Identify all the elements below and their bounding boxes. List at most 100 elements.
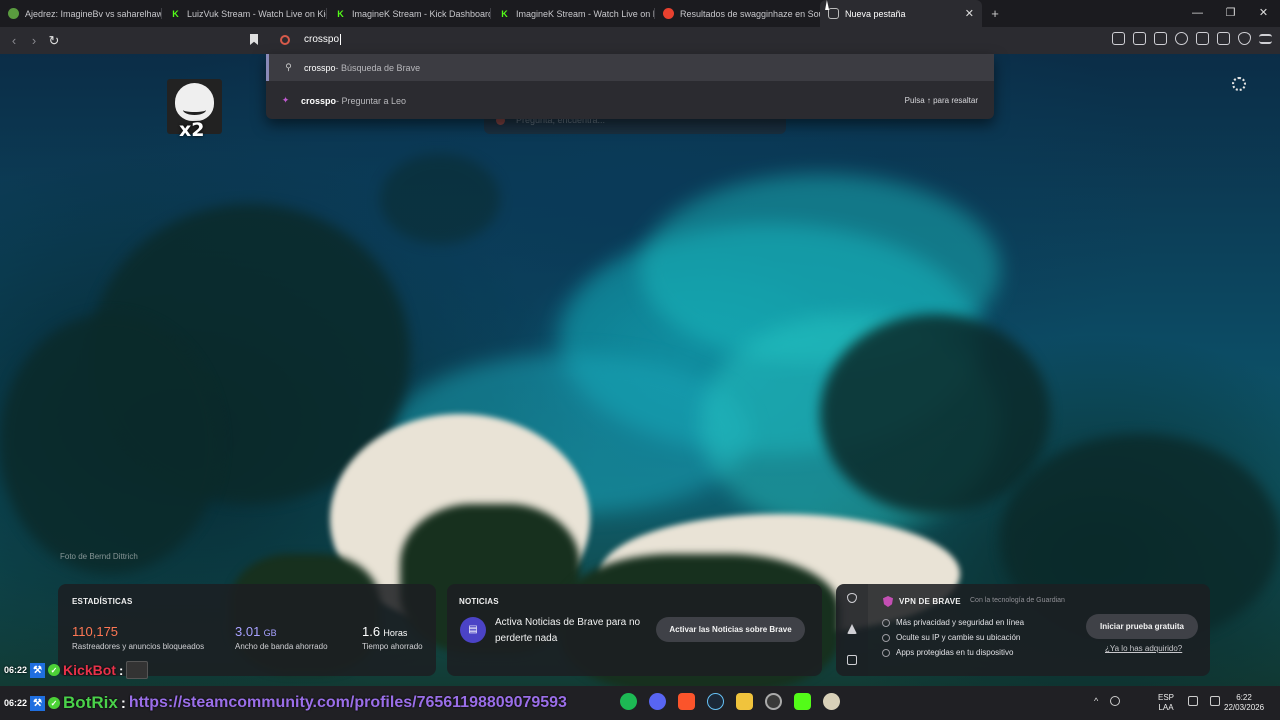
- vpn-features: Más privacidad y seguridad en línea Ocul…: [882, 615, 1024, 660]
- suggestion-suffix: - Búsqueda de Brave: [335, 62, 421, 73]
- suggestion-hint: Pulsa ↑ para resaltar: [904, 96, 978, 105]
- menu-icon[interactable]: [1259, 34, 1272, 44]
- photo-credit[interactable]: Foto de Bernd Dittrich: [60, 552, 138, 561]
- check-icon: [882, 648, 890, 657]
- language-layout: LAA: [1158, 703, 1174, 712]
- tab-imaginek-stream[interactable]: K ImagineK Stream - Watch Live on Kick: [491, 0, 655, 27]
- tab-soundcloud[interactable]: Resultados de swagginhaze en Sound: [655, 0, 820, 27]
- stat-bandwidth: 3.01 GB Ancho de banda ahorrado: [235, 624, 328, 651]
- vpn-icon[interactable]: [1238, 32, 1251, 45]
- enable-news-button[interactable]: Activar las Noticias sobre Brave: [656, 617, 805, 642]
- address-input[interactable]: crosspo: [304, 34, 342, 46]
- tab-chess[interactable]: Ajedrez: ImagineBv vs saharelhawary: [0, 0, 162, 27]
- brave-search-icon: [280, 35, 290, 45]
- wallet-icon[interactable]: [1217, 32, 1230, 45]
- back-icon[interactable]: ‹: [5, 32, 23, 50]
- obs-icon[interactable]: [765, 693, 782, 710]
- tab-new-tab[interactable]: Nueva pestaña ✕: [820, 0, 982, 27]
- shields-icon[interactable]: [1112, 32, 1125, 45]
- chat-time: 06:22: [4, 698, 28, 708]
- moderator-badge-icon: ⚒: [30, 695, 46, 711]
- tab-title: Resultados de swagginhaze en Sound: [680, 8, 820, 19]
- screenshot-icon[interactable]: [1154, 32, 1167, 45]
- close-window-icon[interactable]: ✕: [1247, 0, 1280, 27]
- leo-icon[interactable]: [1175, 32, 1188, 45]
- chat-message: 06:22 ⚒ ✓ BotRix : https://steamcommunit…: [4, 691, 567, 715]
- address-value: crosspo: [304, 34, 340, 46]
- system-tray-status: [1188, 696, 1220, 706]
- reload-icon[interactable]: ↻: [45, 32, 63, 50]
- maximize-icon[interactable]: ❐: [1214, 0, 1247, 27]
- stat-blocked: 110,175 Rastreadores y anuncios bloquead…: [72, 624, 204, 651]
- cards-tab-icon[interactable]: [847, 655, 857, 665]
- stats-title: ESTADÍSTICAS: [72, 597, 133, 606]
- tab-kick-dashboard[interactable]: K ImagineK Stream - Kick Dashboard: [327, 0, 491, 27]
- already-purchased-link[interactable]: ¿Ya lo has adquirido?: [1105, 644, 1182, 653]
- sidebar-icon[interactable]: [1196, 32, 1209, 45]
- widget-switcher: [836, 584, 868, 676]
- kick-icon: K: [501, 8, 508, 19]
- soundcloud-icon: [663, 8, 674, 19]
- suggestion-search[interactable]: ⚲ crosspo - Búsqueda de Brave: [266, 54, 994, 81]
- file-explorer-icon[interactable]: [736, 693, 753, 710]
- meme-caption: x2: [179, 119, 205, 141]
- news-text: Activa Noticias de Brave para no perdert…: [495, 617, 641, 644]
- close-tab-icon[interactable]: ✕: [965, 7, 974, 20]
- chat-separator: :: [120, 694, 126, 712]
- stat-bandwidth-value: 3.01: [235, 624, 261, 639]
- vpn-powered-by: Con la tecnología de Guardian: [970, 597, 1065, 604]
- suggestion-leo[interactable]: ✦ crosspo - Preguntar a Leo Pulsa ↑ para…: [266, 87, 994, 114]
- minimize-icon[interactable]: —: [1181, 0, 1214, 27]
- chevron-up-icon[interactable]: ^: [1094, 696, 1098, 706]
- tab-title: ImagineK Stream - Kick Dashboard: [352, 8, 491, 19]
- suggestion-query: crosspo: [304, 62, 336, 73]
- microphone-icon[interactable]: [1110, 696, 1121, 706]
- suggestion-query: crosspo: [301, 95, 337, 106]
- stat-time-unit: Horas: [383, 628, 408, 638]
- tab-strip: Ajedrez: ImagineBv vs saharelhawary K Lu…: [0, 0, 1280, 27]
- rewards-tab-icon[interactable]: [847, 624, 857, 634]
- chess-icon: [8, 8, 19, 19]
- kick-icon[interactable]: [794, 693, 811, 710]
- discord-icon[interactable]: [649, 693, 666, 710]
- clock[interactable]: 6:22 22/03/2026: [1224, 693, 1264, 713]
- gear-icon[interactable]: [1232, 77, 1246, 91]
- suggestion-suffix: - Preguntar a Leo: [336, 95, 407, 106]
- app-icon[interactable]: [823, 693, 840, 710]
- chat-username: KickBot: [63, 662, 116, 678]
- steam-icon[interactable]: [707, 693, 724, 710]
- kick-icon: K: [172, 8, 179, 19]
- chat-message: 06:22 ⚒ ✓ KickBot :: [4, 660, 149, 680]
- omnibox-suggestions: ⚲ crosspo - Búsqueda de Brave ✦ crosspo …: [266, 54, 994, 119]
- vpn-feature-text: Apps protegidas en tu dispositivo: [896, 648, 1014, 657]
- text-caret: [340, 34, 342, 45]
- forward-icon[interactable]: ›: [25, 32, 43, 50]
- vpn-tab-icon[interactable]: [847, 593, 857, 603]
- clock-date: 22/03/2026: [1224, 703, 1265, 712]
- brave-icon[interactable]: [678, 693, 695, 710]
- vpn-feature: Apps protegidas en tu dispositivo: [882, 645, 1024, 660]
- tab-title: LuizVuk Stream - Watch Live on Kick: [187, 8, 327, 19]
- network-icon[interactable]: [1188, 696, 1198, 706]
- window-controls: — ❐ ✕: [1181, 0, 1280, 27]
- chat-link[interactable]: https://steamcommunity.com/profiles/7656…: [129, 694, 567, 712]
- chat-time: 06:22: [4, 665, 28, 675]
- language-indicator[interactable]: ESP LAA: [1158, 693, 1174, 713]
- tab-title: Nueva pestaña: [845, 8, 906, 19]
- verified-badge-icon: ✓: [48, 697, 61, 709]
- trollface-icon: [175, 83, 214, 121]
- stat-time: 1.6 Horas Tiempo ahorrado: [362, 624, 423, 651]
- stat-blocked-value: 110,175: [72, 624, 119, 639]
- stream-overlay-meme: x2: [167, 79, 222, 141]
- spotify-icon[interactable]: [620, 693, 637, 710]
- extensions-icon[interactable]: [1133, 32, 1146, 45]
- tab-luizvuk[interactable]: K LuizVuk Stream - Watch Live on Kick: [162, 0, 327, 27]
- volume-icon[interactable]: [1210, 696, 1220, 706]
- start-trial-button[interactable]: Iniciar prueba gratuita: [1086, 614, 1198, 639]
- new-tab-button[interactable]: +: [982, 6, 1008, 21]
- bookmark-icon[interactable]: [250, 34, 258, 45]
- vpn-feature-text: Oculte su IP y cambie su ubicación: [896, 633, 1021, 642]
- brave-icon: [828, 8, 839, 19]
- taskbar-apps: [620, 693, 840, 710]
- address-bar[interactable]: [266, 27, 994, 54]
